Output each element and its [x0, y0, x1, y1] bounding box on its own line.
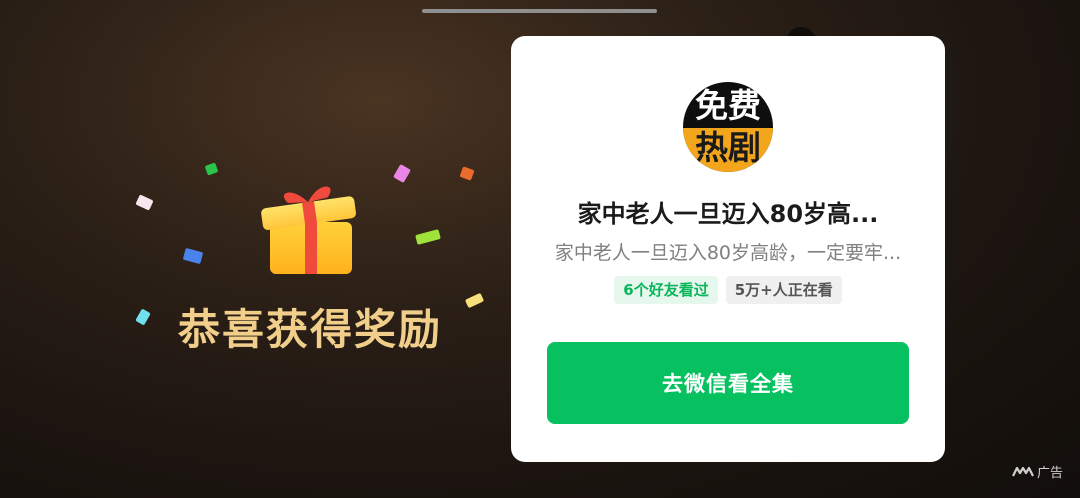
confetti-piece — [135, 308, 151, 326]
card-title: 家中老人一旦迈入80岁高... — [577, 200, 879, 228]
confetti-piece — [464, 292, 485, 309]
promo-card[interactable]: 免费 热剧 家中老人一旦迈入80岁高... 家中老人一旦迈入80岁高龄，一定要牢… — [511, 36, 945, 462]
avatar-text-bottom: 热剧 — [683, 128, 773, 172]
reward-title: 恭喜获得奖励 — [178, 305, 443, 354]
confetti-piece — [393, 164, 411, 183]
card-description: 家中老人一旦迈入80岁高龄，一定要牢... — [554, 242, 902, 264]
drag-handle[interactable] — [422, 9, 657, 13]
ad-badge[interactable]: 广告 — [1012, 460, 1063, 482]
confetti-piece — [459, 166, 475, 181]
watch-full-series-button[interactable]: 去微信看全集 — [547, 342, 909, 424]
confetti-piece — [182, 247, 204, 265]
gift-icon — [261, 186, 357, 274]
tag-row: 6个好友看过 5万+人正在看 — [511, 276, 945, 304]
ad-logo-icon — [1012, 466, 1034, 477]
confetti-piece — [204, 162, 219, 176]
viewers-count-tag: 5万+人正在看 — [725, 276, 842, 304]
confetti-piece — [135, 194, 154, 211]
friends-watched-tag: 6个好友看过 — [614, 276, 718, 304]
drama-avatar[interactable]: 免费 热剧 — [683, 82, 773, 172]
ad-label-text: 广告 — [1037, 465, 1064, 481]
confetti-piece — [415, 229, 441, 245]
avatar-text-top: 免费 — [695, 86, 761, 125]
